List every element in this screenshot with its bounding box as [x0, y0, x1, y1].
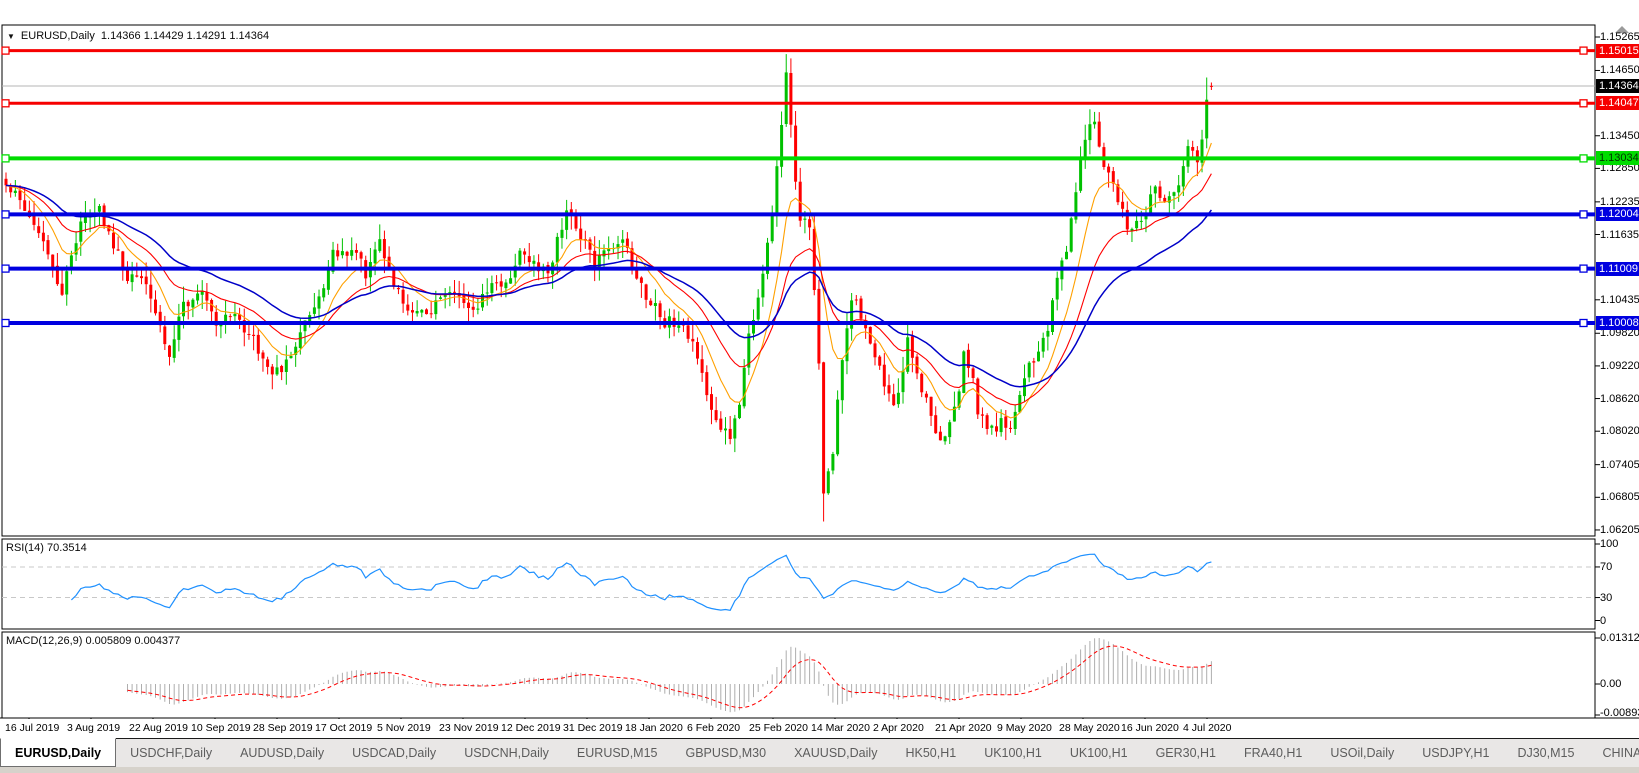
- chart-tab-hk50-h1[interactable]: HK50,H1: [891, 739, 970, 767]
- chart-tab-eurusd-m15[interactable]: EURUSD,M15: [563, 739, 672, 767]
- chart-canvas[interactable]: [0, 0, 1639, 773]
- chart-tab-usdcad-daily[interactable]: USDCAD,Daily: [338, 739, 450, 767]
- date-label: 22 Aug 2019: [129, 722, 188, 734]
- date-label: 5 Nov 2019: [377, 722, 431, 734]
- date-label: 18 Jan 2020: [625, 722, 683, 734]
- line-price-label: 1.15015: [1596, 43, 1639, 58]
- date-label: 16 Jun 2020: [1121, 722, 1179, 734]
- macd-level-label: -0.008933: [1600, 707, 1639, 719]
- price-tick-label: 1.09220: [1600, 359, 1639, 372]
- date-label: 16 Jul 2019: [5, 722, 60, 734]
- collapse-icon[interactable]: ▼: [7, 32, 15, 41]
- price-tick-label: 1.11635: [1600, 228, 1639, 241]
- chart-tab-fra40-h1[interactable]: FRA40,H1: [1230, 739, 1316, 767]
- price-tick-label: 1.12235: [1600, 195, 1639, 208]
- chart-tab-dj30-m15[interactable]: DJ30,M15: [1503, 739, 1588, 767]
- date-label: 4 Jul 2020: [1183, 722, 1232, 734]
- price-tick-label: 1.07405: [1600, 458, 1639, 471]
- date-label: 28 Sep 2019: [253, 722, 313, 734]
- price-axis[interactable]: 1.15265 1.14650 1.13450 1.12850 1.12235 1.116…: [1596, 25, 1639, 719]
- rsi-indicator-label: RSI(14) 70.3514: [6, 542, 87, 554]
- price-tick-label: 1.06805: [1600, 491, 1639, 504]
- chart-tab-usdchf-daily[interactable]: USDCHF,Daily: [116, 739, 226, 767]
- chart-tab-china300-h4[interactable]: CHINA300,H4: [1588, 739, 1639, 767]
- window-bottom-strip: [0, 767, 1639, 773]
- chart-tab-audusd-daily[interactable]: AUDUSD,Daily: [226, 739, 338, 767]
- chart-tab-uk100-h1[interactable]: UK100,H1: [970, 739, 1056, 767]
- chart-symbol-label: EURUSD,Daily: [20, 30, 95, 42]
- date-label: 31 Dec 2019: [563, 722, 623, 734]
- price-tick-label: 1.14650: [1600, 64, 1639, 77]
- date-label: 17 Oct 2019: [315, 722, 373, 734]
- chart-tab-usoil-daily[interactable]: USOil,Daily: [1316, 739, 1408, 767]
- date-label: 25 Feb 2020: [749, 722, 808, 734]
- macd-level-label: 0.013121: [1600, 632, 1639, 644]
- chart-tab-bar: EURUSD,Daily USDCHF,Daily AUDUSD,Daily USDC…: [0, 738, 1639, 767]
- price-tick-label: 1.10435: [1600, 293, 1639, 306]
- chart-tab-uk100-h1[interactable]: UK100,H1: [1056, 739, 1142, 767]
- chart-tab-ger30-h1[interactable]: GER30,H1: [1142, 739, 1230, 767]
- date-label: 6 Feb 2020: [687, 722, 741, 734]
- date-label: 10 Sep 2019: [191, 722, 251, 734]
- line-price-label: 1.13034: [1596, 151, 1639, 166]
- line-price-label: 1.10008: [1596, 316, 1639, 331]
- rsi-level-label: 70: [1600, 560, 1613, 573]
- rsi-level-label: 100: [1600, 538, 1619, 550]
- date-label: 2 Apr 2020: [873, 722, 924, 734]
- rsi-level-label: 30: [1600, 591, 1613, 604]
- macd-level-label: 0.00: [1600, 678, 1622, 690]
- price-tick-label: 1.08020: [1600, 425, 1639, 438]
- chart-tab-usdcnh-daily[interactable]: USDCNH,Daily: [450, 739, 563, 767]
- mt4-terminal-window: { "toolbar": { "caret": "▾", "cursor_too…: [0, 0, 1639, 773]
- date-label: 23 Nov 2019: [439, 722, 499, 734]
- chart-header: ▼ EURUSD,Daily 1.14366 1.14429 1.14291 1…: [7, 30, 269, 42]
- chart-tab-usdjpy-h1[interactable]: USDJPY,H1: [1408, 739, 1503, 767]
- line-price-label: 1.12004: [1596, 207, 1639, 222]
- date-label: 14 Mar 2020: [811, 722, 870, 734]
- macd-indicator-label: MACD(12,26,9) 0.005809 0.004377: [6, 635, 181, 647]
- date-label: 21 Apr 2020: [935, 722, 992, 734]
- chart-tab-eurusd-daily[interactable]: EURUSD,Daily: [0, 738, 117, 767]
- price-tick-label: 1.08620: [1600, 392, 1639, 405]
- price-tick-label: 1.06205: [1600, 523, 1639, 536]
- line-price-label: 1.14047: [1596, 96, 1639, 111]
- line-price-label: 1.11009: [1596, 261, 1639, 276]
- date-label: 28 May 2020: [1059, 722, 1120, 734]
- rsi-level-label: 0: [1600, 614, 1607, 627]
- chart-ohlc-values: 1.14366 1.14429 1.14291 1.14364: [100, 30, 270, 42]
- current-price-label: 1.14364: [1596, 79, 1639, 94]
- price-tick-label: 1.13450: [1600, 129, 1639, 142]
- chart-tab-gbpusd-m30[interactable]: GBPUSD,M30: [672, 739, 781, 767]
- date-label: 9 May 2020: [997, 722, 1052, 734]
- price-tick-label: 1.15265: [1600, 31, 1639, 43]
- chart-tab-xauusd-daily[interactable]: XAUUSD,Daily: [780, 739, 891, 767]
- date-label: 3 Aug 2019: [67, 722, 121, 734]
- date-label: 12 Dec 2019: [501, 722, 561, 734]
- time-axis[interactable]: 16 Jul 2019 3 Aug 2019 22 Aug 2019 10 Sep 2…: [0, 719, 1639, 738]
